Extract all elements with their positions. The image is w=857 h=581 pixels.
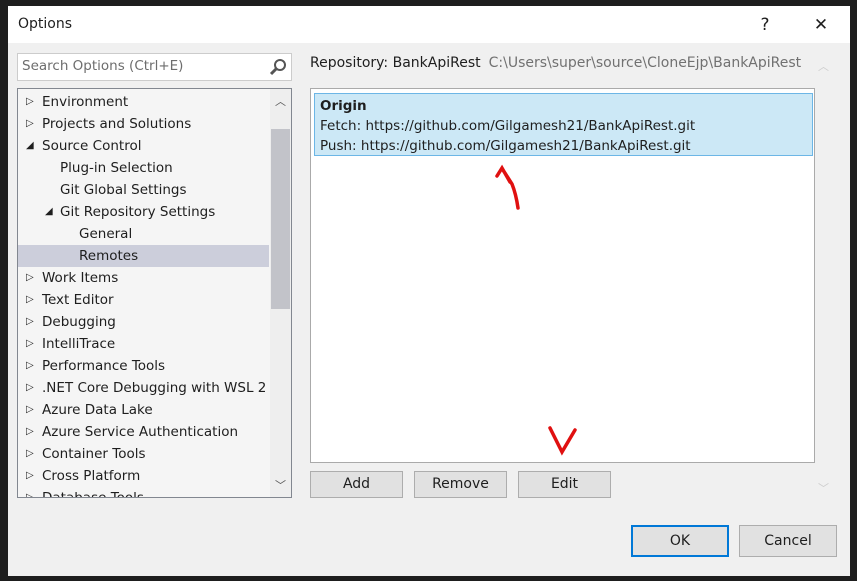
remove-button[interactable]: Remove — [414, 471, 507, 498]
tree-item-label: General — [79, 226, 133, 242]
collapsed-arrow-icon[interactable]: ▷ — [26, 399, 34, 421]
tree-item-label: Plug-in Selection — [60, 160, 173, 176]
scroll-down-icon[interactable]: ﹀ — [270, 477, 291, 493]
tree-item[interactable]: ▷ Work Items — [18, 267, 269, 289]
edit-button[interactable]: Edit — [518, 471, 611, 498]
repository-path: C:\Users\super\source\CloneEjp\BankApiRe… — [488, 55, 802, 71]
tree-scrollbar[interactable]: ︿ ﹀ — [270, 89, 291, 497]
collapsed-arrow-icon[interactable]: ▷ — [26, 267, 34, 289]
tree-item[interactable]: ▷ Environment — [18, 91, 269, 113]
collapsed-arrow-icon[interactable]: ▷ — [26, 421, 34, 443]
collapsed-arrow-icon[interactable]: ▷ — [26, 487, 34, 497]
collapsed-arrow-icon[interactable]: ▷ — [26, 355, 34, 377]
tree-item-label: Azure Service Authentication — [42, 424, 239, 440]
tree-item[interactable]: Plug-in Selection — [18, 157, 269, 179]
ok-button[interactable]: OK — [631, 525, 729, 557]
repository-name: Repository: BankApiRest — [310, 55, 481, 71]
collapsed-arrow-icon[interactable]: ▷ — [26, 377, 34, 399]
tree-item-label: Container Tools — [42, 446, 146, 462]
repository-header: Repository: BankApiRest C:\Users\super\so… — [310, 55, 801, 71]
tree-item[interactable]: ▷ Container Tools — [18, 443, 269, 465]
help-button[interactable]: ? — [750, 12, 780, 38]
scroll-up-icon[interactable]: ︿ — [818, 58, 829, 74]
remote-name: Origin — [320, 98, 367, 114]
tree-item-label: Git Repository Settings — [60, 204, 216, 220]
tree-item-label: Performance Tools — [42, 358, 166, 374]
collapsed-arrow-icon[interactable]: ▷ — [26, 443, 34, 465]
scroll-up-icon[interactable]: ︿ — [270, 93, 291, 109]
collapsed-arrow-icon[interactable]: ▷ — [26, 91, 34, 113]
remote-push-url: Push: https://github.com/Gilgamesh21/Ban… — [320, 138, 691, 154]
tree-item[interactable]: Remotes — [18, 245, 269, 267]
tree-item[interactable]: ▷ Azure Service Authentication — [18, 421, 269, 443]
collapsed-arrow-icon[interactable]: ▷ — [26, 333, 34, 355]
tree-item-label: Debugging — [42, 314, 116, 330]
tree-item[interactable]: Git Global Settings — [18, 179, 269, 201]
scrollbar-thumb[interactable] — [271, 129, 290, 309]
tree-item[interactable]: ◢ Source Control — [18, 135, 269, 157]
collapsed-arrow-icon[interactable]: ▷ — [26, 311, 34, 333]
add-button[interactable]: Add — [310, 471, 403, 498]
tree-item[interactable]: General — [18, 223, 269, 245]
close-button[interactable]: ✕ — [806, 12, 836, 38]
options-dialog: Options ? ✕ ▷ Environment ▷ Projects and So… — [8, 6, 850, 576]
tree-item-label: Environment — [42, 94, 129, 110]
expanded-arrow-icon[interactable]: ◢ — [45, 201, 53, 223]
tree-item[interactable]: ▷ Performance Tools — [18, 355, 269, 377]
remote-fetch-url: Fetch: https://github.com/Gilgamesh21/Ba… — [320, 118, 696, 134]
search-box[interactable] — [17, 53, 292, 81]
search-input[interactable] — [22, 58, 262, 74]
dialog-title: Options — [18, 16, 73, 32]
collapsed-arrow-icon[interactable]: ▷ — [26, 465, 34, 487]
tree-item-label: Work Items — [42, 270, 119, 286]
tree-item-label: Remotes — [79, 248, 139, 264]
collapsed-arrow-icon[interactable]: ▷ — [26, 289, 34, 311]
scroll-down-icon[interactable]: ﹀ — [818, 480, 829, 496]
remote-item[interactable]: Origin Fetch: https://github.com/Gilgame… — [314, 93, 813, 156]
tree-item-label: .NET Core Debugging with WSL 2 — [42, 380, 267, 396]
tree-item-label: Azure Data Lake — [42, 402, 153, 418]
remotes-list: Origin Fetch: https://github.com/Gilgame… — [310, 88, 815, 463]
expanded-arrow-icon[interactable]: ◢ — [26, 135, 34, 157]
tree-item-label: Git Global Settings — [60, 182, 187, 198]
tree-item[interactable]: ▷ Database Tools — [18, 487, 269, 498]
options-tree: ▷ Environment ▷ Projects and Solutions ◢ Sour… — [17, 88, 292, 498]
tree-item-label: Cross Platform — [42, 468, 141, 484]
tree-item-label: Database Tools — [42, 490, 144, 498]
cancel-button[interactable]: Cancel — [739, 525, 837, 557]
tree-item[interactable]: ▷ Debugging — [18, 311, 269, 333]
tree-item[interactable]: ◢ Git Repository Settings — [18, 201, 269, 223]
tree-item-label: Text Editor — [42, 292, 114, 308]
tree-item[interactable]: ▷ Projects and Solutions — [18, 113, 269, 135]
title-bar: Options ? ✕ — [8, 6, 850, 43]
tree-item-label: Projects and Solutions — [42, 116, 192, 132]
collapsed-arrow-icon[interactable]: ▷ — [26, 113, 34, 135]
tree-item[interactable]: ▷ Cross Platform — [18, 465, 269, 487]
tree-item-label: IntelliTrace — [42, 336, 116, 352]
tree-item[interactable]: ▷ Azure Data Lake — [18, 399, 269, 421]
tree-item[interactable]: ▷ Text Editor — [18, 289, 269, 311]
tree-item[interactable]: ▷ IntelliTrace — [18, 333, 269, 355]
search-icon[interactable] — [269, 58, 287, 76]
tree-item[interactable]: ▷ .NET Core Debugging with WSL 2 — [18, 377, 269, 399]
tree-item-label: Source Control — [42, 138, 142, 154]
